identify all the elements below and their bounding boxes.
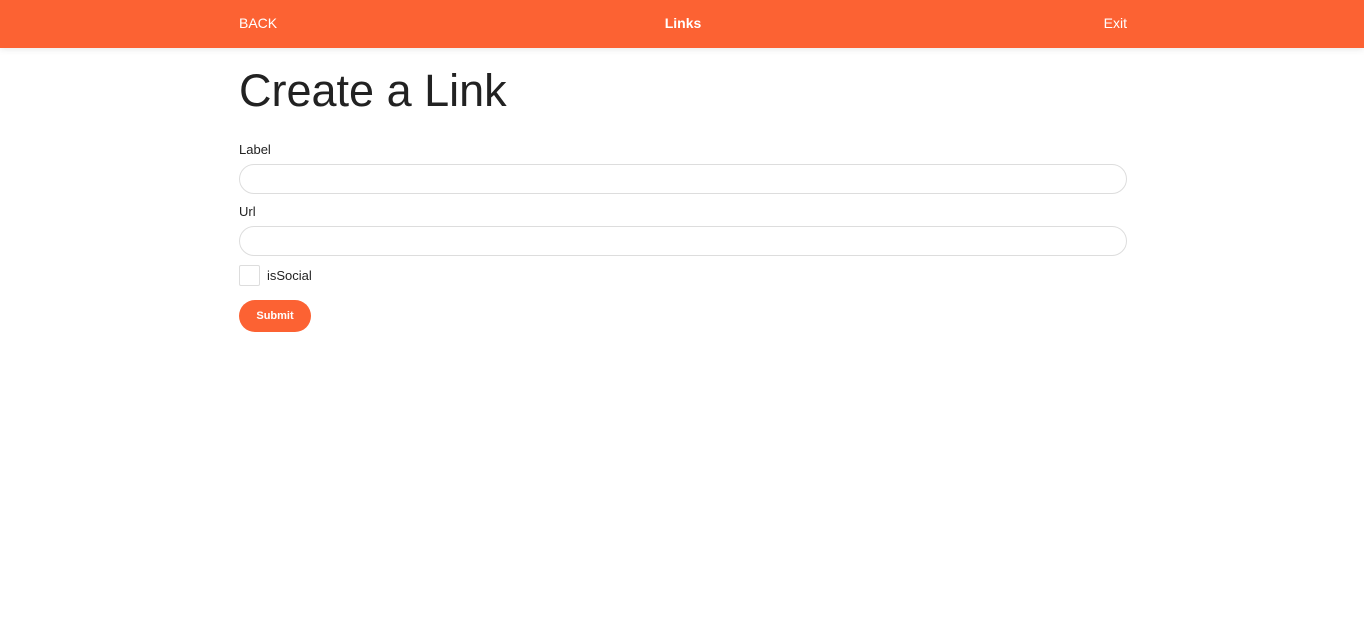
- navbar-title-wrap: Links: [239, 15, 1127, 31]
- navbar-title-links[interactable]: Links: [665, 15, 702, 31]
- navbar-inner: BACK Links Exit: [239, 0, 1127, 48]
- label-field-label: Label: [239, 142, 271, 157]
- url-field-label: Url: [239, 204, 256, 219]
- submit-button[interactable]: Submit: [239, 300, 311, 332]
- is-social-label[interactable]: isSocial: [267, 268, 312, 283]
- url-input[interactable]: [239, 226, 1127, 256]
- is-social-checkbox[interactable]: [239, 264, 260, 286]
- exit-link[interactable]: Exit: [1104, 15, 1127, 31]
- top-navbar: BACK Links Exit: [0, 0, 1364, 48]
- page-title: Create a Link: [239, 65, 507, 116]
- is-social-row: isSocial: [239, 264, 1127, 286]
- label-input[interactable]: [239, 164, 1127, 194]
- main-content: Create a Link Label Url isSocial Submit: [239, 66, 1127, 332]
